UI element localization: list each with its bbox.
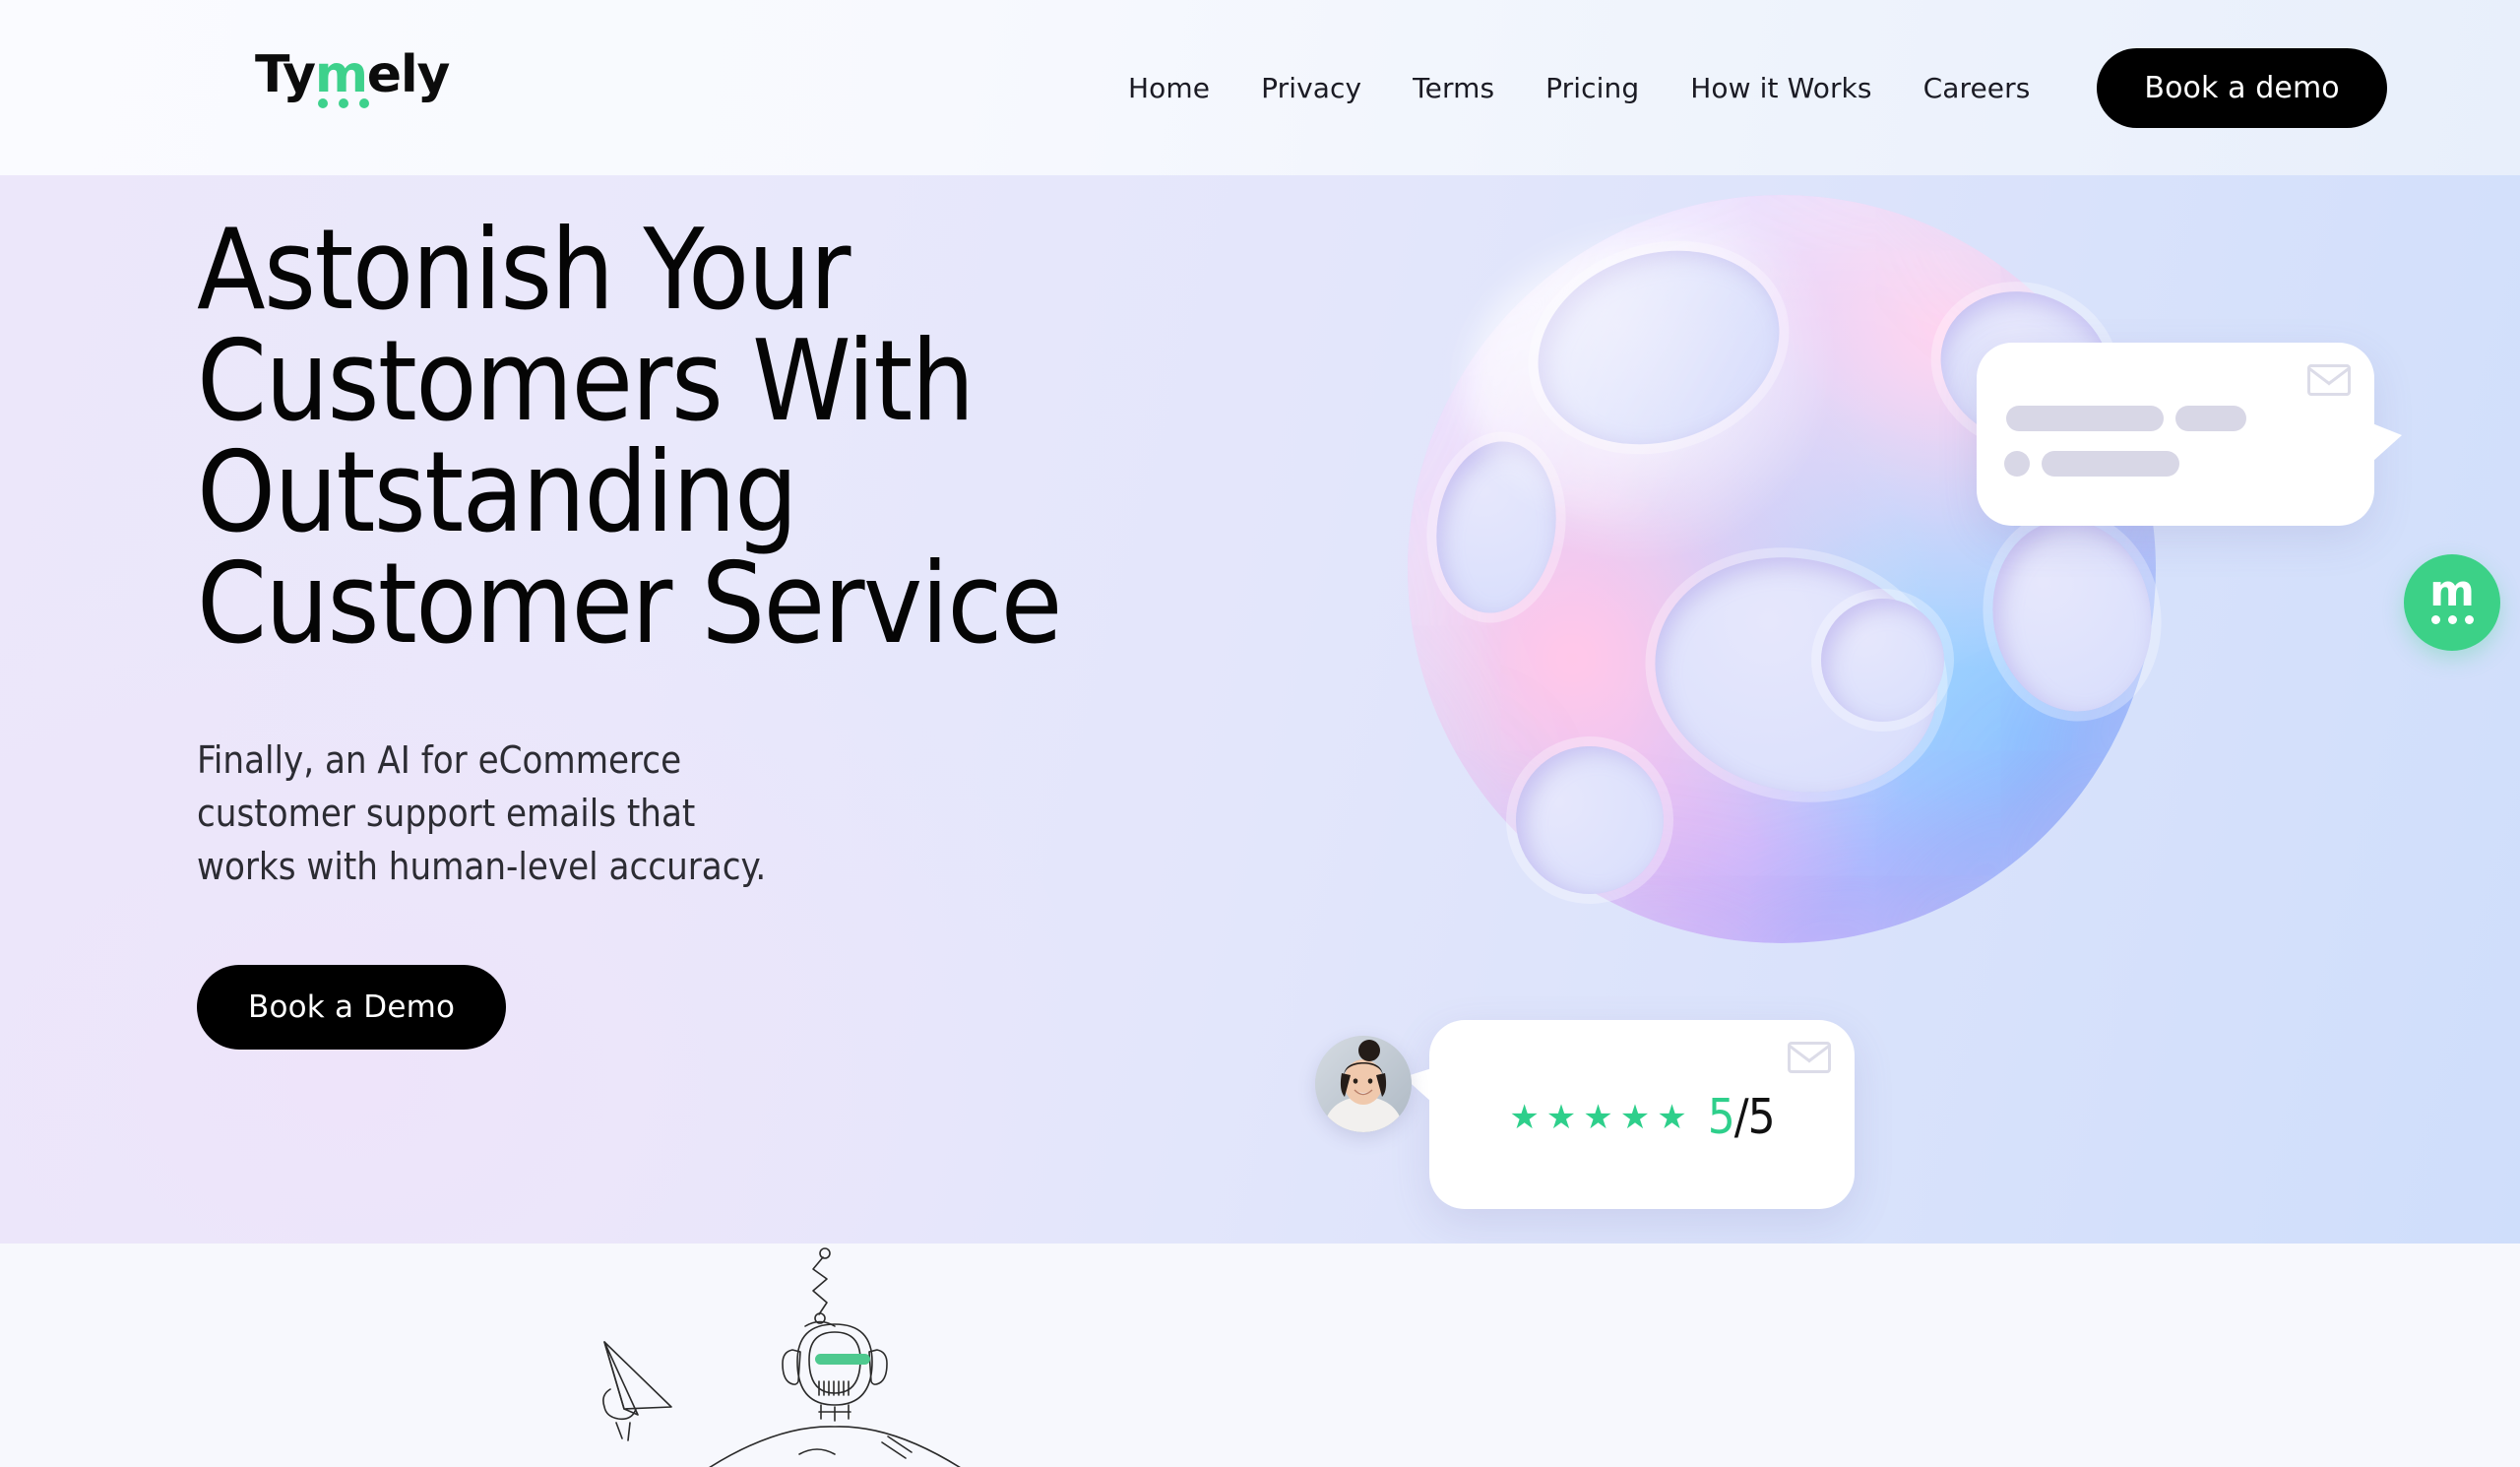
nav-item-pricing[interactable]: Pricing [1520, 72, 1665, 104]
nav-item-home[interactable]: Home [1102, 72, 1235, 104]
rating-row: ★ ★ ★ ★ ★ 5/5 [1429, 1089, 1855, 1145]
placeholder-text-bar [2175, 406, 2246, 431]
message-bubble-incoming [1977, 343, 2402, 526]
hero-subtitle: Finally, an AI for eCommerce customer su… [197, 734, 945, 894]
page-title: Astonish Your Customers With Outstanding… [197, 215, 1260, 660]
book-a-demo-hero-button[interactable]: Book a Demo [197, 964, 507, 1050]
logo-accent: m [314, 45, 368, 104]
rating-max: /5 [1733, 1089, 1776, 1145]
blob-hole [1821, 599, 1944, 722]
nav-item-privacy[interactable]: Privacy [1235, 72, 1387, 104]
brand-logo[interactable]: Tymely [255, 49, 450, 108]
message-bubble-rating: ★ ★ ★ ★ ★ 5/5 [1404, 1020, 1855, 1209]
placeholder-text-bar [2042, 451, 2179, 477]
hero-title-line-1: Astonish Your [197, 205, 850, 335]
placeholder-text-bar [2004, 451, 2030, 477]
logo-prefix: Ty [255, 45, 316, 104]
hero-title-line-2: Customers With [197, 316, 975, 446]
rating-value: 5/5 [1707, 1089, 1776, 1145]
hero-subtitle-line-2: customer support emails that [197, 791, 696, 835]
hero-title-line-4: Customer Service [197, 539, 1062, 669]
logo-suffix: ely [366, 45, 451, 104]
hero-section: Astonish Your Customers With Outstanding… [0, 175, 2520, 1244]
hero-3d-blob-illustration [1408, 195, 2167, 943]
tymely-avatar-badge: m [2404, 554, 2500, 651]
logo-dots-icon [318, 98, 369, 108]
placeholder-text-bar [2006, 406, 2164, 431]
hero-copy: Astonish Your Customers With Outstanding… [197, 215, 1260, 1050]
envelope-icon [1788, 1042, 1831, 1073]
brand-logos-section: SHOE BOX T TWILL MODE VERGE Sensibo [0, 1244, 2520, 1467]
hero-title-line-3: Outstanding [197, 427, 798, 557]
hero-subtitle-line-3: works with human-level accuracy. [197, 844, 767, 888]
nav-item-careers[interactable]: Careers [1898, 72, 2056, 104]
landing-page: Tymely Home Privacy Terms Pricing How it… [0, 0, 2520, 1467]
star-icon: ★ [1583, 1097, 1613, 1137]
main-nav: Home Privacy Terms Pricing How it Works … [1102, 0, 2387, 175]
star-icon: ★ [1509, 1097, 1540, 1137]
tymely-avatar-letter: m [2429, 566, 2475, 616]
robot-line-illustration [591, 1244, 1004, 1467]
star-icon: ★ [1545, 1097, 1577, 1137]
star-icon: ★ [1657, 1097, 1687, 1137]
site-header: Tymely Home Privacy Terms Pricing How it… [0, 0, 2520, 175]
hero-subtitle-line-1: Finally, an AI for eCommerce [197, 738, 682, 782]
tymely-avatar-dots-icon [2404, 615, 2500, 624]
rating-score: 5 [1707, 1089, 1735, 1145]
brand-logo-text: Tymely [255, 49, 450, 100]
avatar [1315, 1036, 1412, 1132]
envelope-icon [2307, 364, 2351, 396]
nav-item-terms[interactable]: Terms [1387, 72, 1520, 104]
nav-item-how-it-works[interactable]: How it Works [1665, 72, 1897, 104]
book-a-demo-header-button[interactable]: Book a demo [2097, 47, 2387, 128]
star-icon: ★ [1619, 1097, 1651, 1137]
